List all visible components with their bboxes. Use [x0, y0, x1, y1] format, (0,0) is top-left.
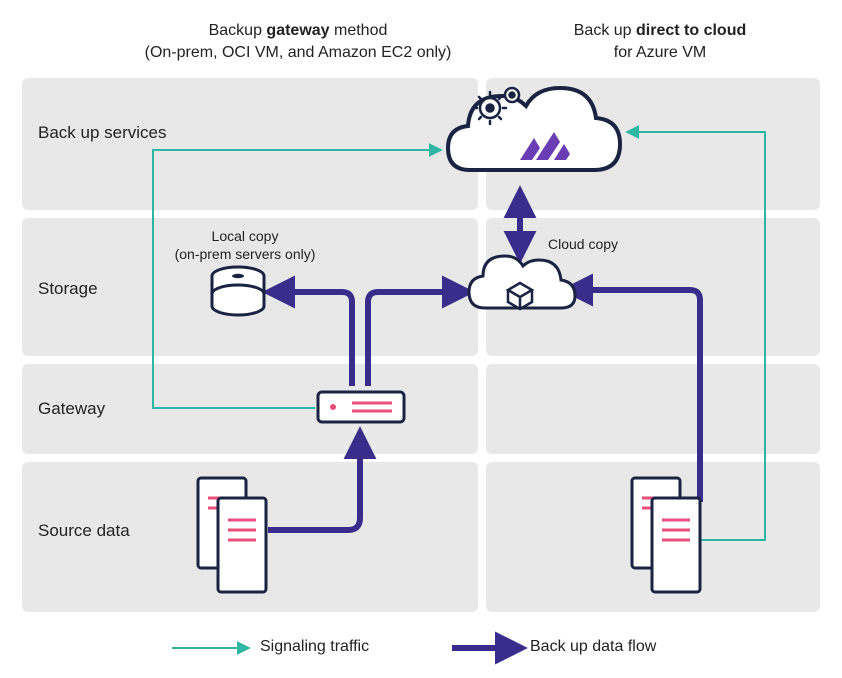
cloud-services-icon: [448, 88, 620, 170]
data-path-servers-to-gateway: [268, 436, 360, 530]
legend-signal-label: Signaling traffic: [260, 638, 369, 656]
cloud-copy-icon: [469, 256, 575, 309]
legend-data-label: Back up data flow: [530, 638, 656, 656]
source-servers-left-icon: [198, 478, 266, 592]
signal-path-left: [153, 150, 440, 408]
local-copy-disk-icon: [212, 267, 264, 315]
data-path-right-servers-to-cloudcopy: [570, 290, 700, 502]
diagram-svg: [0, 0, 842, 678]
data-path-gateway-to-local: [272, 292, 352, 386]
backup-architecture-diagram: Backup gateway method (On-prem, OCI VM, …: [0, 0, 842, 678]
source-servers-right-icon: [632, 478, 700, 592]
gateway-device-icon: [318, 392, 404, 422]
data-path-gateway-to-cloudcopy: [368, 292, 465, 386]
